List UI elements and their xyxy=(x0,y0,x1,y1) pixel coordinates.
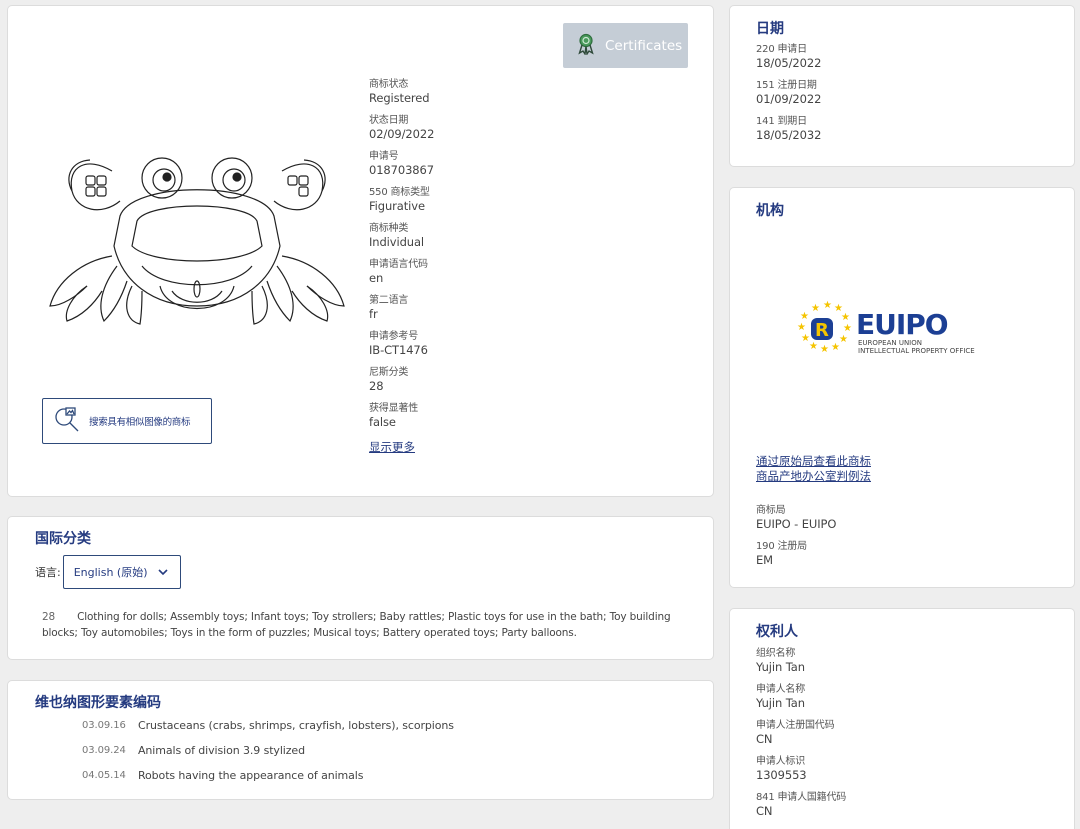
registration-office: EM xyxy=(756,553,773,567)
institution-card: 机构 ★ ★ ★ ★ ★ ★ ★ ★ ★ ★ ★ ★ R EUIPO EUROP… xyxy=(729,187,1075,588)
nice-class: 28 xyxy=(369,379,384,393)
svg-text:★: ★ xyxy=(797,322,806,333)
section-title: 机构 xyxy=(756,203,784,219)
section-title: 权利人 xyxy=(756,624,798,640)
svg-text:★: ★ xyxy=(820,344,829,355)
applicant-country-code: CN xyxy=(756,732,773,746)
field-label: 申请号 xyxy=(369,151,399,162)
list-item: 04.05.14 Robots having the appearance of… xyxy=(82,769,363,782)
field-label: 组织名称 xyxy=(756,648,796,659)
trademark-fields: 商标状态 Registered 状态日期 02/09/2022 申请号 0187038… xyxy=(369,78,569,456)
expiry-date: 18/05/2032 xyxy=(756,128,822,142)
trademark-detail-card: Certificates 商标状态 Registered 状态日期 02/09/… xyxy=(7,5,714,497)
section-title: 日期 xyxy=(756,21,784,37)
organization-name: Yujin Tan xyxy=(756,660,805,674)
class-terms: Clothing for dolls; Assembly toys; Infan… xyxy=(42,611,671,639)
award-ribbon-icon xyxy=(577,33,595,59)
status-date: 02/09/2022 xyxy=(369,127,435,141)
euipo-logo-text: EUIPO xyxy=(856,308,949,341)
origin-office-case-law-link[interactable]: 商品产地办公室判例法 xyxy=(756,469,871,484)
similar-image-search-button[interactable]: 搜索具有相似图像的商标 xyxy=(42,398,212,444)
international-classification-card: 国际分类 语言: English (原始) 28 Clothing for dol… xyxy=(7,516,714,660)
second-language: fr xyxy=(369,307,378,321)
vienna-code: 03.09.16 xyxy=(82,720,126,731)
trademark-image[interactable] xyxy=(42,146,352,336)
dates-card: 日期 220 申请日 18/05/2022 151 注册日期 01/09/2022 … xyxy=(729,5,1075,167)
language-label: 语言: xyxy=(35,566,61,579)
registration-date: 01/09/2022 xyxy=(756,92,822,106)
field-label: 申请人注册国代码 xyxy=(756,720,835,731)
applicant-id: 1309553 xyxy=(756,768,807,782)
svg-text:★: ★ xyxy=(811,303,820,314)
list-item: 03.09.16 Crustaceans (crabs, shrimps, cr… xyxy=(82,719,454,732)
applicant-name: Yujin Tan xyxy=(756,696,805,710)
svg-text:★: ★ xyxy=(809,341,818,352)
application-language: en xyxy=(369,271,384,285)
trademark-status: Registered xyxy=(369,91,430,105)
field-label: 申请参考号 xyxy=(369,331,418,342)
filing-date: 18/05/2022 xyxy=(756,56,822,70)
language-selected-value: English (原始) xyxy=(73,566,148,579)
svg-text:★: ★ xyxy=(839,334,848,345)
show-more-link[interactable]: 显示更多 xyxy=(369,440,415,454)
field-label: 商标状态 xyxy=(369,79,409,90)
section-title: 国际分类 xyxy=(35,531,91,547)
svg-text:★: ★ xyxy=(841,312,850,323)
section-title: 维也纳图形要素编码 xyxy=(35,695,161,711)
certificates-button[interactable]: Certificates xyxy=(563,23,688,68)
euipo-logo: ★ ★ ★ ★ ★ ★ ★ ★ ★ ★ ★ ★ R EUIPO EUROPEAN… xyxy=(790,298,1050,358)
vienna-description: Animals of division 3.9 stylized xyxy=(138,744,305,757)
list-item: 03.09.24 Animals of division 3.9 stylize… xyxy=(82,744,305,757)
field-label: 151 注册日期 xyxy=(756,80,817,91)
euipo-logo-sub2: INTELLECTUAL PROPERTY OFFICE xyxy=(858,347,975,355)
language-selector-row: 语言: English (原始) xyxy=(35,555,181,589)
svg-text:★: ★ xyxy=(800,311,809,322)
vienna-codes-card: 维也纳图形要素编码 03.09.16 Crustaceans (crabs, s… xyxy=(7,680,714,800)
svg-text:★: ★ xyxy=(801,333,810,344)
owner-card: 权利人 组织名称 Yujin Tan 申请人名称 Yujin Tan 申请人注册国代… xyxy=(729,608,1075,829)
view-at-origin-link[interactable]: 通过原始局查看此商标 xyxy=(756,454,871,469)
field-label: 状态日期 xyxy=(369,115,409,126)
svg-text:★: ★ xyxy=(843,323,852,334)
certificates-label: Certificates xyxy=(605,37,683,54)
field-label: 220 申请日 xyxy=(756,44,807,55)
field-label: 190 注册局 xyxy=(756,541,807,552)
trademark-office: EUIPO - EUIPO xyxy=(756,517,837,531)
chevron-down-icon xyxy=(158,566,168,579)
image-search-icon xyxy=(53,405,81,438)
vienna-code: 03.09.24 xyxy=(82,745,126,756)
field-label: 获得显著性 xyxy=(369,403,418,414)
svg-text:R: R xyxy=(815,320,829,341)
field-label: 申请人名称 xyxy=(756,684,805,695)
acquired-distinctiveness: false xyxy=(369,415,396,429)
field-label: 550 商标类型 xyxy=(369,187,430,198)
svg-text:★: ★ xyxy=(823,300,832,311)
vienna-code: 04.05.14 xyxy=(82,770,126,781)
field-label: 申请人标识 xyxy=(756,756,805,767)
applicant-nationality-code: CN xyxy=(756,804,773,818)
field-label: 尼斯分类 xyxy=(369,367,409,378)
application-reference: IB-CT1476 xyxy=(369,343,428,357)
similar-image-search-label: 搜索具有相似图像的商标 xyxy=(89,417,191,428)
class-goods-description: 28 Clothing for dolls; Assembly toys; Inf… xyxy=(42,609,702,641)
field-label: 商标局 xyxy=(756,505,786,516)
eu-stars-icon: ★ ★ ★ ★ ★ ★ ★ ★ ★ ★ ★ ★ R xyxy=(797,300,852,355)
language-dropdown[interactable]: English (原始) xyxy=(62,555,181,589)
field-label: 申请语言代码 xyxy=(369,259,428,270)
field-label: 商标种类 xyxy=(369,223,409,234)
trademark-kind: Individual xyxy=(369,235,425,249)
field-label: 141 到期日 xyxy=(756,116,807,127)
application-number: 018703867 xyxy=(369,163,434,177)
vienna-description: Robots having the appearance of animals xyxy=(138,769,364,782)
vienna-description: Crustaceans (crabs, shrimps, crayfish, l… xyxy=(138,719,454,732)
trademark-type: Figurative xyxy=(369,199,425,213)
class-number: 28 xyxy=(42,611,56,623)
field-label: 第二语言 xyxy=(369,295,409,306)
field-label: 841 申请人国籍代码 xyxy=(756,792,847,803)
svg-text:★: ★ xyxy=(831,342,840,353)
euipo-logo-sub1: EUROPEAN UNION xyxy=(858,339,922,347)
